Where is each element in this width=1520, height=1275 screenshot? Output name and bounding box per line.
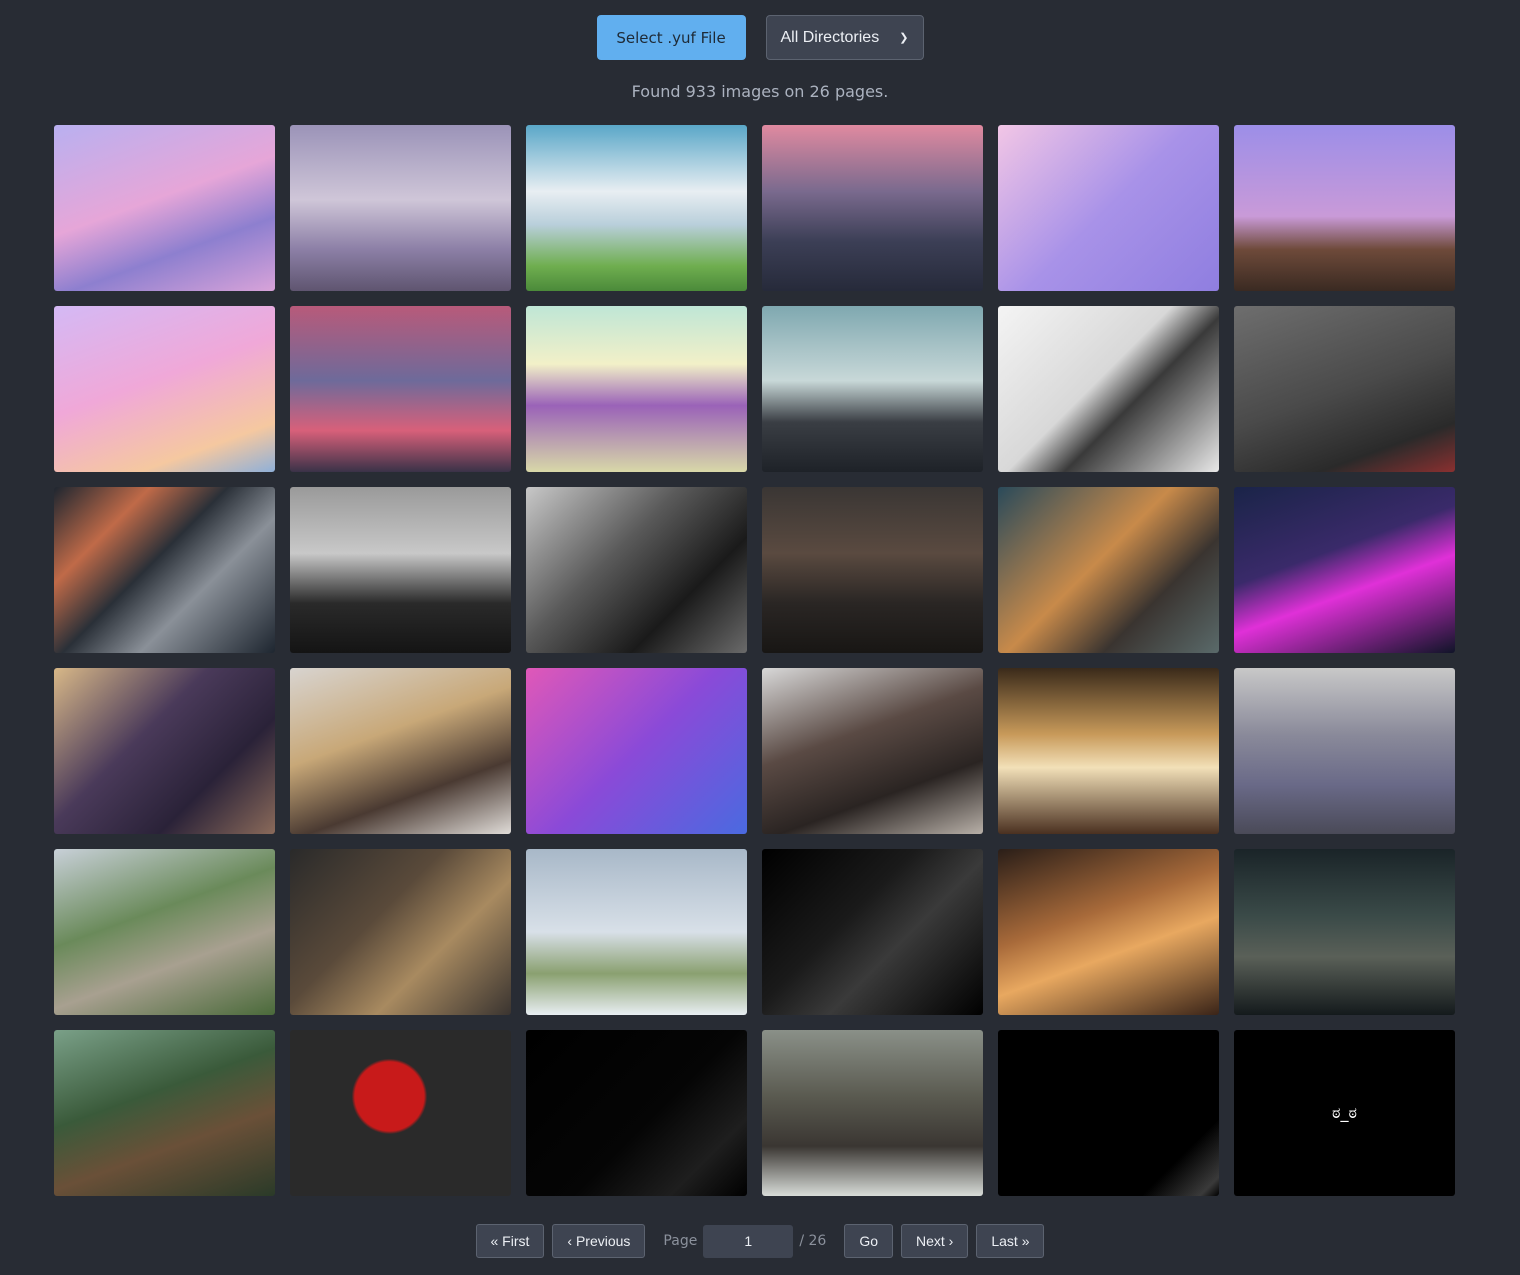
image-thumbnail[interactable] bbox=[762, 668, 983, 834]
image-thumbnail[interactable] bbox=[998, 487, 1219, 653]
image-thumbnail[interactable] bbox=[290, 487, 511, 653]
results-status: Found 933 images on 26 pages. bbox=[631, 82, 889, 101]
directory-select[interactable]: All Directories ❯ bbox=[765, 15, 924, 60]
image-thumbnail[interactable] bbox=[526, 125, 747, 291]
directory-select-value: All Directories bbox=[780, 28, 880, 46]
image-thumbnail[interactable] bbox=[998, 125, 1219, 291]
image-thumbnail[interactable] bbox=[1234, 125, 1455, 291]
image-thumbnail[interactable] bbox=[54, 487, 275, 653]
first-page-button[interactable]: « First bbox=[475, 1224, 545, 1258]
image-thumbnail[interactable] bbox=[290, 668, 511, 834]
image-thumbnail[interactable] bbox=[290, 849, 511, 1015]
image-thumbnail[interactable] bbox=[998, 849, 1219, 1015]
page-number-input[interactable] bbox=[703, 1224, 794, 1258]
image-thumbnail[interactable] bbox=[762, 487, 983, 653]
image-thumbnail[interactable] bbox=[526, 668, 747, 834]
image-thumbnail[interactable] bbox=[54, 668, 275, 834]
image-thumbnail[interactable] bbox=[54, 849, 275, 1015]
image-thumbnail[interactable] bbox=[1234, 849, 1455, 1015]
image-thumbnail[interactable] bbox=[54, 125, 275, 291]
image-thumbnail[interactable] bbox=[526, 849, 747, 1015]
image-thumbnail[interactable] bbox=[526, 306, 747, 472]
image-thumbnail[interactable] bbox=[762, 1030, 983, 1196]
image-thumbnail[interactable] bbox=[54, 1030, 275, 1196]
image-thumbnail[interactable] bbox=[290, 1030, 511, 1196]
image-thumbnail[interactable] bbox=[762, 306, 983, 472]
image-thumbnail[interactable] bbox=[1234, 306, 1455, 472]
image-grid: ಠ_ಠ bbox=[54, 125, 1455, 1196]
image-thumbnail[interactable] bbox=[762, 125, 983, 291]
chevron-down-icon: ❯ bbox=[899, 32, 909, 44]
image-thumbnail[interactable] bbox=[54, 306, 275, 472]
image-thumbnail[interactable] bbox=[290, 125, 511, 291]
image-thumbnail[interactable] bbox=[1234, 487, 1455, 653]
image-thumbnail[interactable] bbox=[762, 849, 983, 1015]
image-thumbnail[interactable] bbox=[998, 1030, 1219, 1196]
last-page-button[interactable]: Last » bbox=[976, 1224, 1045, 1258]
next-page-button[interactable]: Next › bbox=[901, 1224, 969, 1258]
image-thumbnail[interactable] bbox=[526, 1030, 747, 1196]
toolbar: Select .yuf File All Directories ❯ bbox=[0, 15, 1520, 60]
image-thumbnail[interactable]: ಠ_ಠ bbox=[1234, 1030, 1455, 1196]
image-thumbnail[interactable] bbox=[1234, 668, 1455, 834]
image-thumbnail[interactable] bbox=[998, 668, 1219, 834]
image-thumbnail[interactable] bbox=[998, 306, 1219, 472]
previous-page-button[interactable]: ‹ Previous bbox=[552, 1224, 646, 1258]
total-pages-label: / 26 bbox=[799, 1233, 827, 1249]
select-file-button[interactable]: Select .yuf File bbox=[596, 15, 746, 60]
page-label: Page bbox=[663, 1233, 698, 1249]
image-thumbnail[interactable] bbox=[290, 306, 511, 472]
pagination: « First ‹ Previous Page / 26 Go Next › L… bbox=[0, 1224, 1520, 1258]
thumbnail-glyph: ಠ_ಠ bbox=[1332, 1103, 1357, 1122]
go-button[interactable]: Go bbox=[844, 1224, 893, 1258]
image-thumbnail[interactable] bbox=[526, 487, 747, 653]
